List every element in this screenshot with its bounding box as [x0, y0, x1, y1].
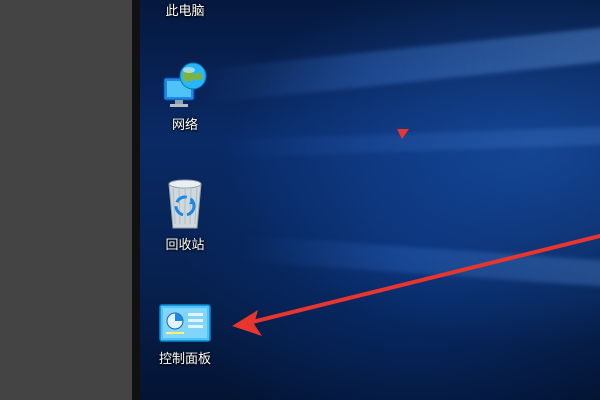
screenshot-frame: 此电脑 网络 回收站 控制面板 [0, 0, 600, 400]
left-panel [0, 0, 132, 400]
desktop-background: 此电脑 网络 回收站 控制面板 [140, 0, 600, 400]
window-divider [132, 0, 140, 400]
annotation-arrow-icon [232, 234, 600, 336]
